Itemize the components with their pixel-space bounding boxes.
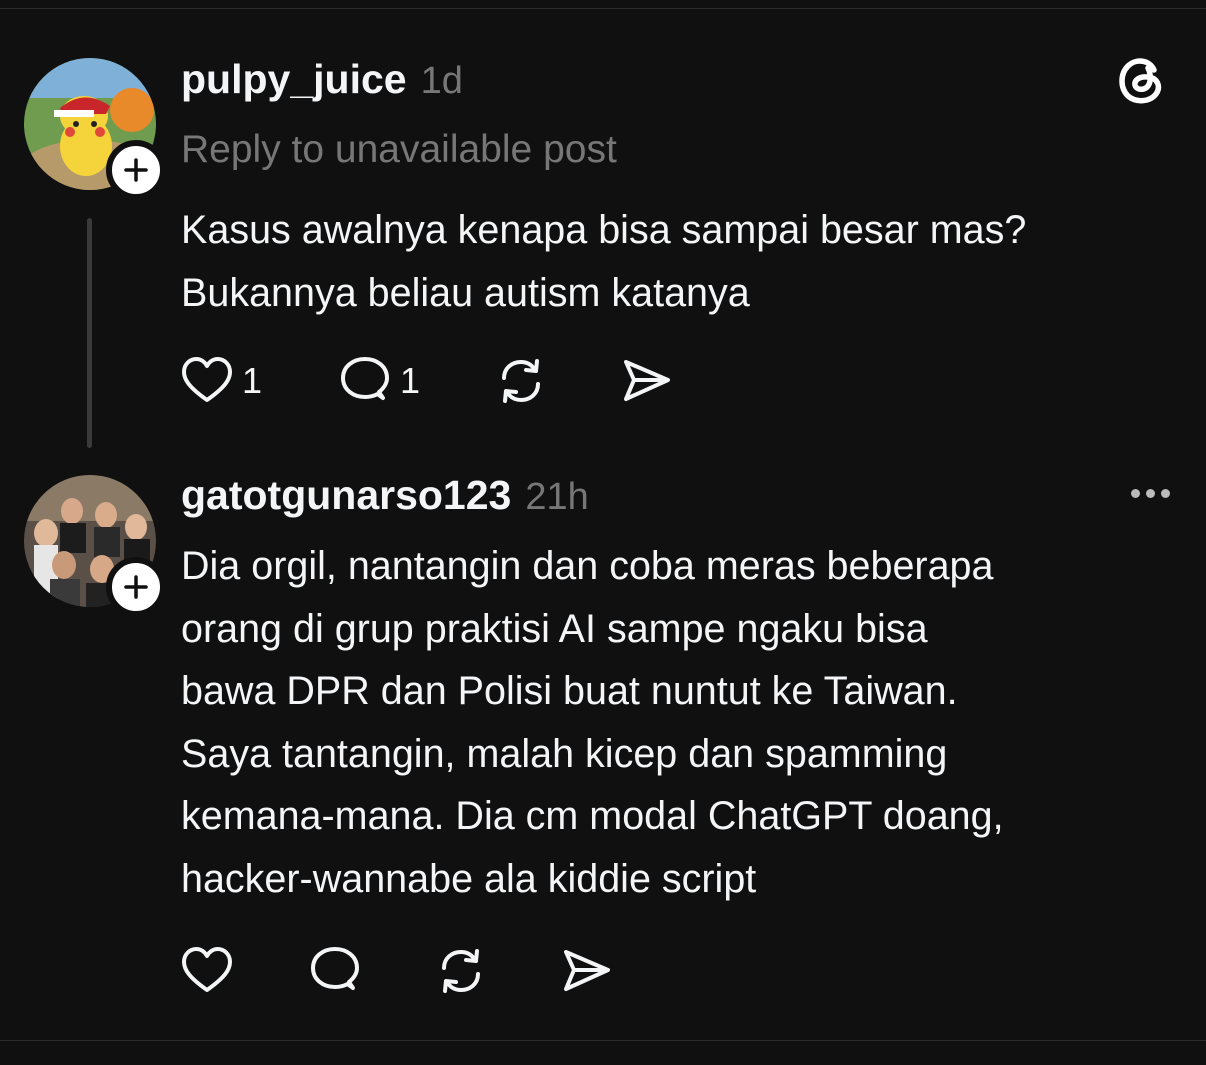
- like-button[interactable]: 1: [180, 354, 338, 408]
- post-text-line: hacker-wannabe ala kiddie script: [181, 856, 757, 901]
- timestamp[interactable]: 21h: [525, 476, 588, 519]
- comment-icon: [341, 357, 389, 400]
- post-text-line: orang di grup praktisi AI sampe ngaku bi…: [181, 606, 928, 651]
- more-dots-icon: [1161, 489, 1170, 498]
- post-actions: 1 1: [180, 354, 674, 408]
- follow-button[interactable]: [106, 557, 166, 617]
- heart-icon: [182, 357, 232, 402]
- heart-icon: [182, 947, 232, 992]
- top-divider: [0, 8, 1206, 9]
- post-text-line: kemana-mana. Dia cm modal ChatGPT doang,: [181, 794, 1004, 838]
- follow-button[interactable]: [106, 140, 166, 200]
- repost-icon: [442, 949, 480, 993]
- more-options-button[interactable]: [1131, 489, 1170, 498]
- reply-button[interactable]: [308, 944, 434, 998]
- avatar-container: [24, 58, 166, 200]
- timestamp[interactable]: 1d: [421, 60, 463, 103]
- post-header: gatotgunarso123 21h: [181, 472, 589, 519]
- post-text-line: bawa DPR dan Polisi buat nuntut ke Taiwa…: [181, 669, 958, 713]
- like-count: 1: [242, 360, 263, 401]
- reply-context[interactable]: Reply to unavailable post: [181, 128, 617, 172]
- repost-button[interactable]: [494, 354, 620, 408]
- share-button[interactable]: [560, 944, 614, 998]
- username[interactable]: gatotgunarso123: [181, 472, 511, 519]
- post-text: Dia orgil, nantangin dan coba meras bebe…: [181, 535, 1181, 910]
- share-button[interactable]: [620, 354, 674, 408]
- reply-button[interactable]: 1: [338, 354, 494, 408]
- post-text-line: Dia orgil, nantangin dan coba meras bebe…: [181, 544, 994, 588]
- send-icon: [564, 950, 610, 991]
- repost-button[interactable]: [434, 944, 560, 998]
- repost-icon: [502, 359, 540, 403]
- username[interactable]: pulpy_juice: [181, 56, 407, 103]
- comment-icon: [311, 947, 359, 990]
- threads-logo-icon[interactable]: [1114, 52, 1170, 108]
- threads-reply-view: pulpy_juice 1d Reply to unavailable post…: [0, 0, 1206, 1065]
- post-text-line: Kasus awalnya kenapa bisa sampai besar m…: [181, 208, 1027, 252]
- bottom-divider: [0, 1040, 1206, 1041]
- like-button[interactable]: [180, 944, 308, 998]
- send-icon: [624, 360, 670, 401]
- thread-connector-line: [87, 218, 92, 448]
- plus-icon: [124, 158, 148, 182]
- post-text: Kasus awalnya kenapa bisa sampai besar m…: [181, 199, 1181, 324]
- post-text-line: Saya tantangin, malah kicep dan spamming: [181, 731, 948, 776]
- reply-count: 1: [400, 360, 421, 401]
- post-text-line: Bukannya beliau autism katanya: [181, 270, 750, 315]
- avatar-container: [24, 475, 166, 617]
- more-dots-icon: [1131, 489, 1140, 498]
- post-actions: [180, 944, 614, 998]
- post-header: pulpy_juice 1d: [181, 56, 463, 103]
- more-dots-icon: [1146, 489, 1155, 498]
- plus-icon: [124, 575, 148, 599]
